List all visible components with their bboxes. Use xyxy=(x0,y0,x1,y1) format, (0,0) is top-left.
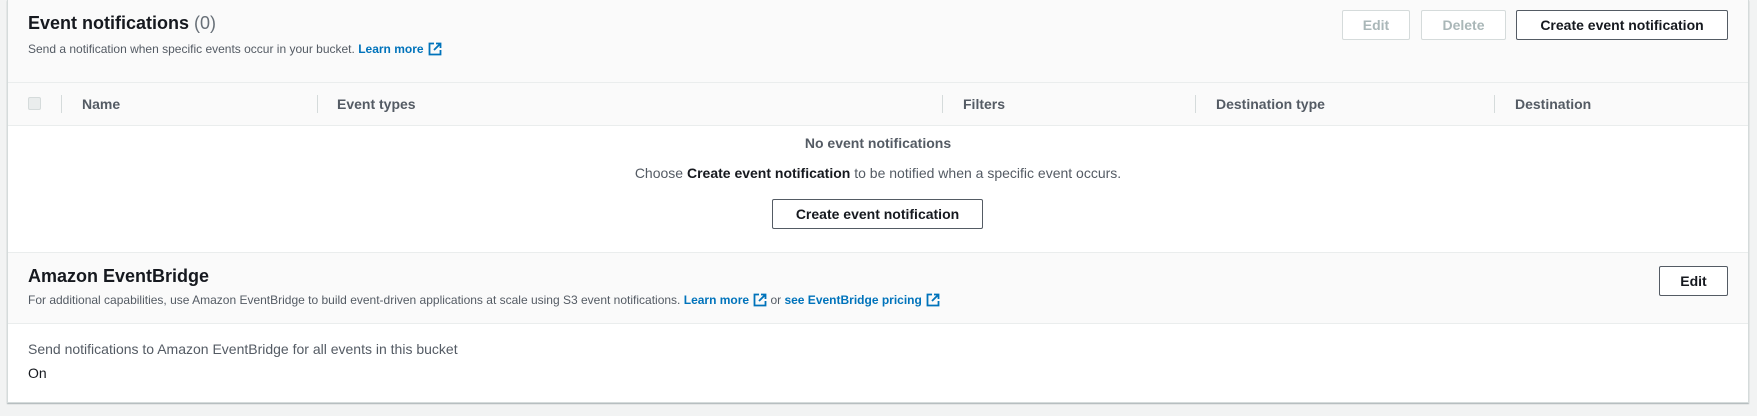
eventbridge-pricing-link[interactable]: see EventBridge pricing xyxy=(784,293,921,307)
eventbridge-header: Amazon EventBridge For additional capabi… xyxy=(8,252,1748,324)
external-link-icon[interactable] xyxy=(926,293,940,307)
column-divider xyxy=(1195,95,1196,113)
column-destination-type[interactable]: Destination type xyxy=(1216,83,1325,125)
notification-count: (0) xyxy=(194,13,217,33)
column-divider xyxy=(61,95,62,113)
learn-more-link[interactable]: Learn more xyxy=(684,293,749,307)
eventbridge-edit-button[interactable]: Edit xyxy=(1659,266,1728,296)
column-event-types[interactable]: Event types xyxy=(337,83,416,125)
properties-panel: Event notifications (0) Send a notificat… xyxy=(7,0,1749,403)
select-all-checkbox[interactable] xyxy=(28,97,41,110)
column-divider xyxy=(317,95,318,113)
eventbridge-setting-value: On xyxy=(28,365,47,381)
eventbridge-setting-label: Send notifications to Amazon EventBridge… xyxy=(28,341,458,357)
column-divider xyxy=(942,95,943,113)
event-notifications-title: Event notifications (0) xyxy=(28,13,217,33)
column-name[interactable]: Name xyxy=(82,83,120,125)
delete-button[interactable]: Delete xyxy=(1421,10,1506,40)
eventbridge-description: For additional capabilities, use Amazon … xyxy=(28,293,940,307)
empty-state-create-button[interactable]: Create event notification xyxy=(772,199,983,229)
column-filters[interactable]: Filters xyxy=(963,83,1005,125)
learn-more-link[interactable]: Learn more xyxy=(358,42,423,56)
column-divider xyxy=(1494,95,1495,113)
event-notifications-description: Send a notification when specific events… xyxy=(28,42,442,56)
eventbridge-title: Amazon EventBridge xyxy=(28,266,210,286)
external-link-icon[interactable] xyxy=(753,293,767,307)
table-header: Name Event types Filters Destination typ… xyxy=(8,83,1748,126)
empty-state-title: No event notifications xyxy=(804,135,952,151)
edit-button[interactable]: Edit xyxy=(1342,10,1410,40)
empty-state-text: Choose Create event notification to be n… xyxy=(634,165,1122,181)
external-link-icon[interactable] xyxy=(428,42,442,56)
create-event-notification-button[interactable]: Create event notification xyxy=(1516,10,1728,40)
event-notifications-header: Event notifications (0) Send a notificat… xyxy=(8,0,1748,83)
column-destination[interactable]: Destination xyxy=(1515,83,1591,125)
